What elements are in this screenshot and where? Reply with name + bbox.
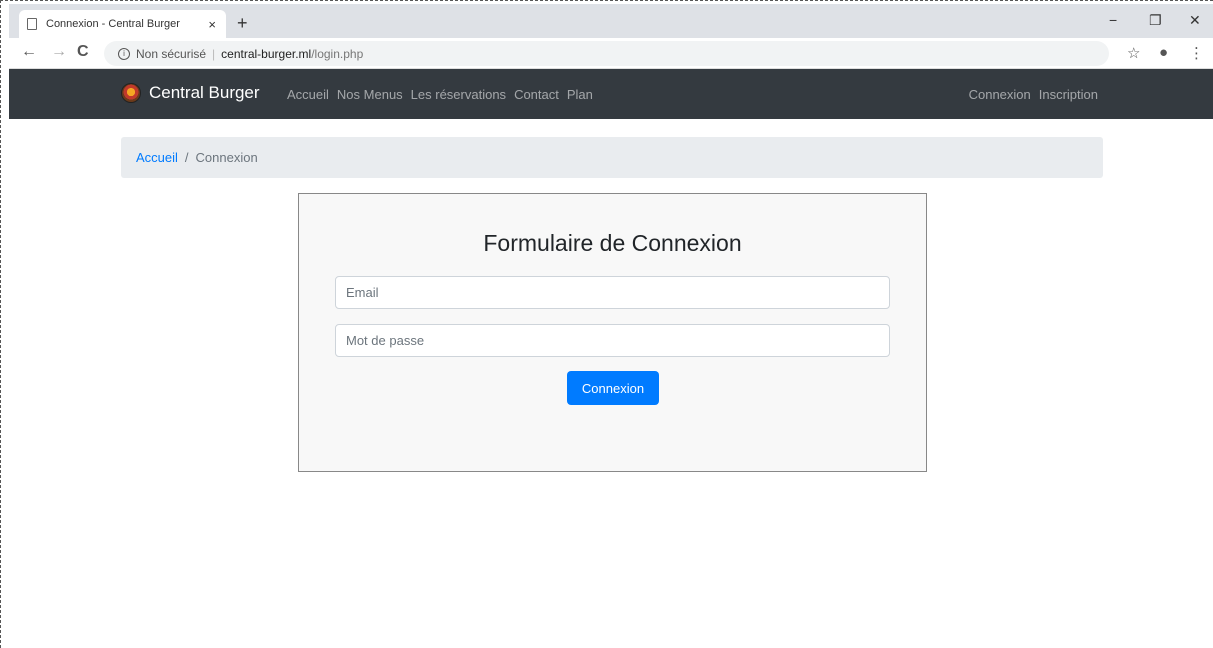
restore-button[interactable]: ❐ <box>1149 12 1162 29</box>
nav-links: Accueil Nos Menus Les réservations Conta… <box>287 87 593 102</box>
url-host: central-burger.ml <box>221 46 312 61</box>
email-field[interactable] <box>335 276 890 309</box>
close-window-button[interactable]: ✕ <box>1189 12 1201 29</box>
nav-link-reservations[interactable]: Les réservations <box>411 87 506 102</box>
login-button[interactable]: Connexion <box>567 371 659 405</box>
security-label: Non sécurisé <box>136 46 207 61</box>
url-separator: | <box>212 46 216 61</box>
nav-right-links: Connexion Inscription <box>969 87 1098 102</box>
bookmark-star-icon[interactable]: ☆ <box>1127 44 1140 62</box>
minimize-button[interactable]: − <box>1109 12 1117 28</box>
info-icon[interactable]: i <box>118 47 130 60</box>
brand-name: Central Burger <box>149 83 260 102</box>
back-button[interactable]: ← <box>21 43 37 61</box>
site-navbar: Central Burger Accueil Nos Menus Les rés… <box>9 69 1213 119</box>
new-tab-button[interactable]: + <box>237 14 248 32</box>
forward-button[interactable]: → <box>51 43 67 61</box>
password-field[interactable] <box>335 324 890 357</box>
profile-icon[interactable]: ● <box>1159 44 1168 61</box>
breadcrumb: Accueil / Connexion <box>121 137 1103 178</box>
reload-button[interactable]: C <box>77 43 89 61</box>
breadcrumb-separator: / <box>184 150 189 165</box>
nav-link-inscription[interactable]: Inscription <box>1039 87 1098 102</box>
browser-toolbar: ← → C i Non sécurisé | central-burger.ml… <box>9 38 1213 69</box>
burger-logo-icon <box>121 83 141 103</box>
browser-menu-icon[interactable]: ⋮ <box>1189 44 1204 62</box>
breadcrumb-home-link[interactable]: Accueil <box>136 150 178 165</box>
tab-title: Connexion - Central Burger <box>46 18 180 30</box>
brand-link[interactable]: Central Burger <box>121 83 260 103</box>
nav-link-accueil[interactable]: Accueil <box>287 87 329 102</box>
nav-link-nos-menus[interactable]: Nos Menus <box>337 87 403 102</box>
login-card: Formulaire de Connexion Connexion <box>298 193 927 472</box>
nav-link-plan[interactable]: Plan <box>567 87 593 102</box>
login-title: Formulaire de Connexion <box>483 230 742 256</box>
browser-tab-strip: Connexion - Central Burger × + − ❐ ✕ <box>9 4 1213 38</box>
nav-link-contact[interactable]: Contact <box>514 87 559 102</box>
address-bar[interactable]: i Non sécurisé | central-burger.ml/login… <box>104 41 1109 66</box>
nav-link-connexion[interactable]: Connexion <box>969 87 1031 102</box>
breadcrumb-current: Connexion <box>195 150 258 165</box>
tab-close-icon[interactable]: × <box>208 17 216 32</box>
url-path: /login.php <box>311 46 364 61</box>
browser-tab[interactable]: Connexion - Central Burger × <box>19 10 226 38</box>
page-icon <box>27 18 37 30</box>
